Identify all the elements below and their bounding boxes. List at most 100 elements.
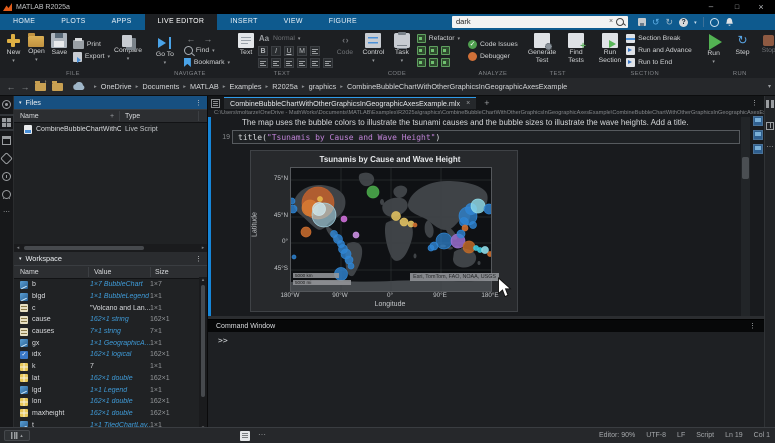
properties-panel-icon[interactable] (766, 122, 774, 130)
scrollbar-thumb[interactable] (201, 285, 205, 397)
layout-columns-icon[interactable] (766, 100, 774, 108)
history-icon[interactable] (2, 172, 11, 181)
status-document-icon[interactable] (240, 431, 250, 441)
open-button[interactable]: Open (27, 32, 46, 64)
compare-button[interactable]: Compare (114, 32, 142, 63)
files-panel-menu-icon[interactable] (195, 99, 202, 107)
workspace-scrollbar[interactable] (199, 277, 207, 431)
underline-button[interactable]: U (284, 46, 294, 56)
column-name[interactable]: Name (14, 269, 39, 276)
breadcrumb-item[interactable]: MATLAB (188, 82, 221, 91)
workspace-panel-header[interactable]: Workspace (14, 252, 207, 265)
menu-tab-insert[interactable]: INSERT (217, 14, 270, 30)
scroll-left-icon[interactable] (14, 245, 22, 251)
breadcrumb-item[interactable]: Documents (140, 82, 181, 91)
column-name[interactable]: Name (14, 113, 39, 120)
monospace-button[interactable]: M (297, 46, 307, 56)
rich-text-paragraph[interactable]: The map uses the bubble colors to illust… (242, 118, 747, 127)
browse-folder-icon[interactable] (52, 83, 63, 91)
column-size[interactable]: Size (155, 269, 169, 276)
maximize-button[interactable] (725, 0, 749, 14)
debugger-button[interactable]: Debugger (468, 51, 510, 62)
breadcrumb-item[interactable]: CombineBubbleChartWithOtherGraphicsInGeo… (345, 82, 569, 91)
notifications-bell-icon[interactable] (725, 17, 734, 27)
column-divider[interactable] (150, 267, 151, 277)
step-button[interactable]: Step (731, 32, 753, 57)
command-window[interactable]: Command Window >> (208, 320, 764, 427)
status-item[interactable]: Script (696, 432, 714, 439)
workspace-row[interactable]: lon 162×1 double 162×1 (14, 396, 207, 408)
refactor-button[interactable]: Refactor (417, 33, 460, 44)
status-item[interactable]: Editor: 90% (599, 432, 635, 439)
column-type[interactable]: Type (125, 113, 140, 120)
close-button[interactable] (749, 0, 773, 14)
quick-save-icon[interactable] (638, 18, 646, 26)
workspace-row[interactable]: gx 1×1 GeographicA... 1×1 (14, 337, 207, 349)
navigate-back-icon[interactable] (184, 34, 198, 44)
workspace-panel-menu-icon[interactable] (195, 255, 202, 263)
italic-button[interactable]: I (271, 46, 281, 56)
find-tests-button[interactable]: Find Tests (562, 32, 590, 65)
geographic-axes[interactable]: 5000 km 5000 mi Esri, TomTom, FAO, NOAA,… (290, 167, 492, 292)
code-issues-button[interactable]: Code Issues (468, 39, 518, 50)
workspace-row[interactable]: k 7 1×1 (14, 361, 207, 373)
output-thumbnail[interactable] (753, 144, 763, 154)
community-icon[interactable] (710, 18, 719, 27)
forward-icon[interactable] (18, 82, 32, 92)
scroll-right-icon[interactable] (199, 245, 207, 251)
run-button[interactable]: Run (700, 32, 728, 66)
workspace-row[interactable]: causes 7×1 string 7×1 (14, 326, 207, 338)
collapse-panel-icon[interactable] (19, 256, 22, 262)
parallel-icon[interactable] (2, 190, 11, 199)
column-value[interactable]: Value (94, 269, 111, 276)
scrollbar-thumb[interactable] (742, 157, 749, 179)
export-button[interactable]: Export (73, 51, 110, 62)
back-icon[interactable] (4, 82, 18, 92)
print-button[interactable]: Print (73, 39, 110, 50)
style-dropdown[interactable]: Normal (273, 35, 295, 42)
address-dropdown-icon[interactable] (768, 83, 771, 90)
panel-layout-icon[interactable] (2, 118, 11, 127)
undo-icon[interactable] (652, 14, 660, 30)
status-item[interactable]: Col 1 (754, 432, 770, 439)
status-more-icon[interactable] (258, 430, 266, 439)
workspace-row[interactable]: idx 162×1 logical 162×1 (14, 349, 207, 361)
menu-tab-home[interactable]: HOME (0, 14, 48, 30)
workspace-row[interactable]: lat 162×1 double 162×1 (14, 373, 207, 385)
breadcrumb-item[interactable]: Examples (227, 82, 263, 91)
collapse-panel-icon[interactable] (19, 100, 22, 106)
sort-icon[interactable]: + (110, 113, 114, 120)
format-painter-icon[interactable] (310, 46, 320, 56)
command-window-menu-icon[interactable] (749, 322, 756, 330)
menu-tab-view[interactable]: VIEW (271, 14, 316, 30)
generate-test-button[interactable]: Generate Test (526, 32, 558, 65)
new-tab-icon[interactable] (484, 98, 489, 108)
figure-output[interactable]: Tsunamis by Cause and Wave Height Latitu… (250, 150, 518, 312)
new-button[interactable]: New (4, 32, 23, 65)
help-dropdown-icon[interactable] (694, 13, 697, 31)
control-button[interactable]: Control (360, 32, 387, 65)
scrollbar-thumb[interactable] (24, 246, 144, 250)
column-divider[interactable] (88, 267, 89, 277)
workspace-browser-icon[interactable] (2, 100, 11, 109)
more-panels-icon[interactable] (2, 208, 11, 217)
numbered-list-icon[interactable] (310, 58, 320, 68)
align-left-icon[interactable] (258, 58, 268, 68)
status-item[interactable]: UTF-8 (646, 432, 666, 439)
section-break-button[interactable]: Section Break (626, 33, 692, 44)
code-button[interactable]: Code (334, 32, 356, 57)
expand-code-icon[interactable] (429, 58, 438, 67)
command-prompt[interactable]: >> (208, 332, 764, 345)
run-and-advance-button[interactable]: Run and Advance (626, 45, 692, 56)
files-panel-header[interactable]: Files (14, 96, 207, 109)
live-editor-content[interactable]: The map uses the bubble colors to illust… (208, 117, 764, 316)
menu-tab-plots[interactable]: PLOTS (48, 14, 98, 30)
scroll-up-icon[interactable] (199, 277, 207, 283)
go-to-button[interactable]: Go To (150, 32, 180, 67)
search-box[interactable] (452, 16, 628, 28)
workspace-row[interactable]: cause 162×1 string 162×1 (14, 314, 207, 326)
workspace-row[interactable]: maxheight 162×1 double 162×1 (14, 408, 207, 420)
breadcrumb-item[interactable]: graphics (307, 82, 339, 91)
menu-tab-apps[interactable]: APPS (99, 14, 145, 30)
output-thumbnail[interactable] (753, 116, 763, 126)
